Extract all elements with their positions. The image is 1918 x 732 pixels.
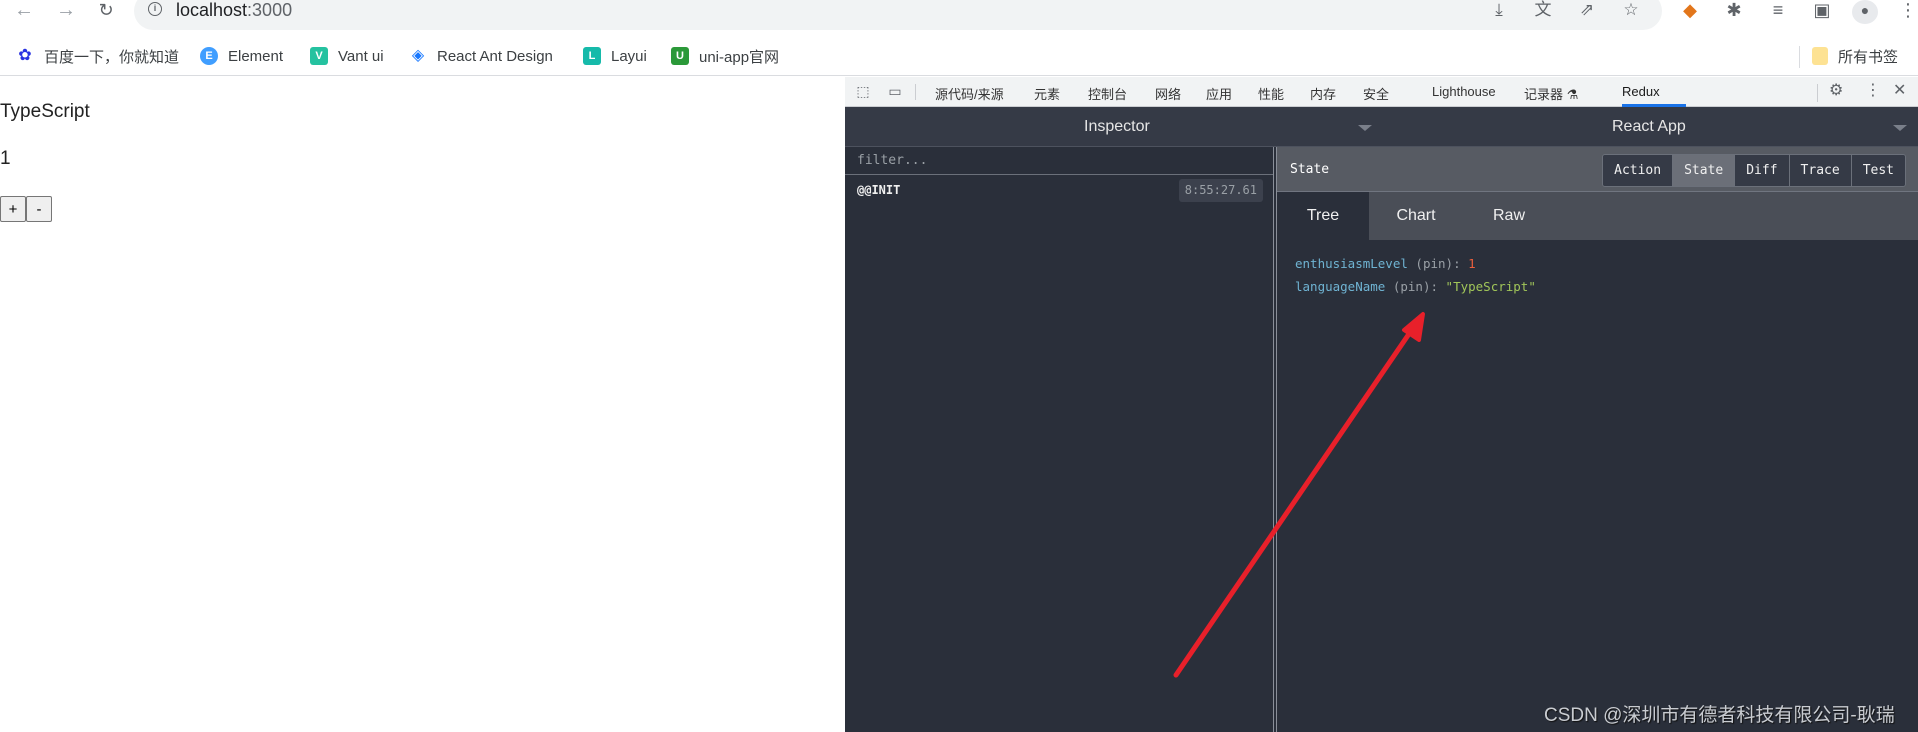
bookmark-layui[interactable]: L Layui bbox=[583, 44, 647, 68]
action-timestamp: 8:55:27.61 bbox=[1178, 179, 1263, 202]
tab-network[interactable]: 网络 bbox=[1155, 84, 1181, 103]
tab-sources[interactable]: 源代码/来源 bbox=[935, 84, 1004, 103]
action-name: @@INIT bbox=[857, 183, 901, 197]
tab-redux[interactable]: Redux bbox=[1622, 84, 1660, 99]
bookmark-star-icon[interactable]: ☆ bbox=[1620, 0, 1642, 20]
state-tree-row[interactable]: enthusiasmLevel (pin): 1 bbox=[1295, 252, 1900, 275]
tab-console[interactable]: 控制台 bbox=[1088, 84, 1127, 103]
side-panel-icon[interactable]: ▣ bbox=[1808, 0, 1836, 22]
tab-performance[interactable]: 性能 bbox=[1258, 84, 1284, 103]
tab-application[interactable]: 应用 bbox=[1206, 84, 1232, 103]
extensions-puzzle-icon[interactable]: ✱ bbox=[1720, 0, 1748, 22]
decrement-button[interactable]: - bbox=[26, 196, 52, 222]
panel-label: State bbox=[1290, 162, 1330, 177]
share-icon[interactable]: ⇗ bbox=[1576, 0, 1598, 20]
pin-toggle[interactable]: (pin) bbox=[1393, 279, 1431, 294]
bookmark-baidu[interactable]: ✿ 百度一下，你就知道 bbox=[16, 44, 179, 68]
redux-header: Inspector React App bbox=[845, 107, 1918, 147]
browser-toolbar: ← → ↻ i localhost:3000 ⤓ 文 ⇗ ☆ ◆ ✱ ≡ ▣ ●… bbox=[0, 0, 1918, 30]
layui-icon: L bbox=[583, 47, 601, 65]
close-devtools-icon[interactable]: ✕ bbox=[1893, 82, 1906, 100]
state-tree-row[interactable]: languageName (pin): "TypeScript" bbox=[1295, 275, 1900, 298]
settings-divider bbox=[1817, 84, 1818, 102]
page-content: TypeScript 1 + - bbox=[0, 77, 845, 732]
bookmarks-divider bbox=[1799, 46, 1800, 68]
inspector-segment-group: Action State Diff Trace Test bbox=[1602, 154, 1906, 187]
bookmark-uniapp[interactable]: U uni-app官网 bbox=[671, 44, 779, 68]
translate-icon[interactable]: 文 bbox=[1532, 0, 1554, 20]
folder-icon bbox=[1812, 47, 1828, 65]
state-value: "TypeScript" bbox=[1445, 279, 1536, 294]
devtools-panel: ⬚ ▭ 源代码/来源 元素 控制台 网络 应用 性能 内存 安全 Lightho… bbox=[845, 77, 1918, 732]
arrow-right-icon: → bbox=[56, 0, 76, 21]
instance-dropdown-caret-icon[interactable] bbox=[1893, 125, 1907, 131]
bookmarks-bar: ✿ 百度一下，你就知道 E Element V Vant ui ◈ React … bbox=[0, 38, 1918, 76]
media-queue-icon[interactable]: ≡ bbox=[1764, 0, 1792, 22]
segment-action[interactable]: Action bbox=[1603, 155, 1674, 186]
url-text[interactable]: localhost:3000 bbox=[176, 0, 292, 21]
vant-icon: V bbox=[310, 47, 328, 65]
instance-select[interactable]: React App bbox=[1612, 118, 1686, 136]
segment-diff[interactable]: Diff bbox=[1735, 155, 1790, 186]
pin-toggle[interactable]: (pin) bbox=[1415, 256, 1453, 271]
reload-button[interactable]: ↻ bbox=[94, 0, 118, 22]
reload-icon: ↻ bbox=[98, 0, 114, 20]
watermark: CSDN @深圳市有德者科技有限公司-耿瑞 bbox=[1544, 705, 1895, 726]
back-button[interactable]: ← bbox=[12, 0, 36, 22]
state-value: 1 bbox=[1468, 256, 1476, 271]
tab-chart[interactable]: Chart bbox=[1370, 192, 1462, 240]
filter-input[interactable] bbox=[845, 147, 1273, 174]
bookmark-element[interactable]: E Element bbox=[200, 44, 283, 68]
tab-raw[interactable]: Raw bbox=[1463, 192, 1555, 240]
devtools-tab-bar: ⬚ ▭ 源代码/来源 元素 控制台 网络 应用 性能 内存 安全 Lightho… bbox=[845, 77, 1918, 107]
toolbar-divider bbox=[915, 84, 916, 100]
element-icon: E bbox=[200, 47, 218, 65]
action-list-item[interactable]: @@INIT 8:55:27.61 bbox=[845, 175, 1273, 205]
all-bookmarks[interactable]: 所有书签 bbox=[1812, 44, 1898, 68]
arrow-left-icon: ← bbox=[14, 0, 34, 21]
state-tree: enthusiasmLevel (pin): 1 languageName (p… bbox=[1277, 240, 1918, 310]
baidu-icon: ✿ bbox=[18, 47, 32, 64]
tab-tree[interactable]: Tree bbox=[1277, 192, 1369, 240]
tab-memory[interactable]: 内存 bbox=[1310, 84, 1336, 103]
tab-security[interactable]: 安全 bbox=[1363, 84, 1389, 103]
device-toolbar-icon[interactable]: ▭ bbox=[885, 82, 905, 100]
forward-button[interactable]: → bbox=[54, 0, 78, 22]
ant-design-icon: ◈ bbox=[411, 47, 425, 64]
inspector-pane: State Action State Diff Trace Test Tree … bbox=[1277, 147, 1918, 732]
inspector-toolbar: State Action State Diff Trace Test bbox=[1277, 147, 1918, 192]
bookmark-vant[interactable]: V Vant ui bbox=[310, 44, 384, 68]
profile-avatar-icon[interactable]: ● bbox=[1852, 0, 1878, 24]
settings-gear-icon[interactable]: ⚙ bbox=[1829, 82, 1843, 100]
enthusiasm-level: 1 bbox=[0, 148, 11, 169]
more-options-icon[interactable]: ⋮ bbox=[1865, 82, 1881, 100]
tab-lighthouse[interactable]: Lighthouse bbox=[1432, 84, 1496, 99]
segment-test[interactable]: Test bbox=[1851, 155, 1905, 186]
language-name: TypeScript bbox=[0, 101, 90, 122]
inspect-element-icon[interactable]: ⬚ bbox=[853, 82, 873, 100]
tab-recorder[interactable]: 记录器 ⚗ bbox=[1524, 84, 1578, 103]
uniapp-icon: U bbox=[671, 47, 689, 65]
filter-field[interactable] bbox=[845, 147, 1273, 175]
metamask-fox-icon[interactable]: ◆ bbox=[1676, 0, 1704, 22]
increment-button[interactable]: + bbox=[0, 196, 26, 222]
monitor-select[interactable]: Inspector bbox=[1084, 118, 1150, 136]
segment-state[interactable]: State bbox=[1673, 155, 1736, 186]
site-info-icon[interactable]: i bbox=[148, 2, 162, 16]
view-tab-bar: Tree Chart Raw bbox=[1277, 192, 1918, 240]
install-icon[interactable]: ⤓ bbox=[1488, 0, 1510, 20]
tab-elements[interactable]: 元素 bbox=[1034, 84, 1060, 103]
bookmark-ant-design[interactable]: ◈ React Ant Design bbox=[409, 44, 553, 68]
action-list-pane: @@INIT 8:55:27.61 bbox=[845, 147, 1273, 732]
address-bar[interactable]: i localhost:3000 ⤓ 文 ⇗ ☆ bbox=[134, 0, 1662, 30]
monitor-dropdown-caret-icon[interactable] bbox=[1358, 125, 1372, 131]
flask-icon: ⚗ bbox=[1566, 87, 1579, 102]
segment-trace[interactable]: Trace bbox=[1789, 155, 1852, 186]
menu-kebab-icon[interactable]: ⋮ bbox=[1894, 0, 1918, 22]
